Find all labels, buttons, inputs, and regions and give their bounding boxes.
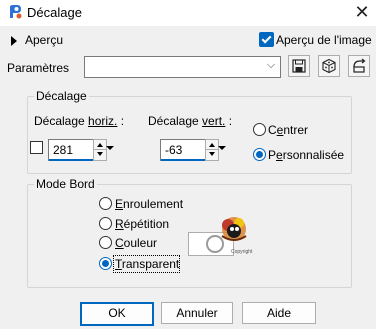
horizontal-offset-value: 281	[53, 143, 74, 157]
horizontal-offset-dropdown-icon[interactable]	[105, 143, 115, 153]
vertical-offset-label: Décalage vert. :	[148, 114, 232, 128]
chevron-down-icon[interactable]: ⌵	[265, 58, 277, 72]
wrap-label-text: nroulement	[123, 197, 184, 211]
field-focus-underline	[49, 159, 93, 161]
custom-radio[interactable]	[253, 148, 266, 161]
vertical-offset-dropdown-icon[interactable]	[217, 143, 227, 153]
center-label-prefix: C	[268, 123, 277, 137]
preview-on-image-checkbox[interactable]	[259, 32, 274, 47]
watermark-caption: Copyright	[231, 249, 253, 255]
presets-dropdown[interactable]	[84, 56, 281, 78]
vertical-offset-value: -63	[165, 143, 183, 157]
cancel-button[interactable]: Annuler	[161, 302, 233, 324]
transparent-label-text: ransparent	[121, 257, 180, 271]
color-label[interactable]: Couleur	[115, 236, 157, 250]
color-label-key: C	[115, 236, 124, 250]
horizontal-offset-field[interactable]: 281	[48, 139, 94, 161]
randomize-button[interactable]	[318, 55, 340, 77]
color-radio[interactable]	[99, 236, 112, 249]
vertical-offset-label-prefix: Décalage	[148, 114, 203, 128]
lock-offsets-checkbox[interactable]	[30, 141, 43, 154]
presets-label: Paramètres	[7, 61, 70, 75]
center-radio[interactable]	[253, 123, 266, 136]
ok-button[interactable]: OK	[80, 302, 154, 326]
transparent-label[interactable]: Transparent	[115, 257, 179, 271]
reset-button[interactable]	[348, 55, 370, 77]
help-button[interactable]: Aide	[242, 302, 316, 324]
vertical-offset-label-suffix: :	[225, 114, 233, 128]
vertical-offset-label-key: vert.	[202, 114, 226, 128]
repeat-label[interactable]: Répétition	[115, 217, 169, 231]
repeat-label-key: R	[115, 217, 124, 231]
field-focus-underline	[161, 159, 205, 161]
custom-label-suffix: rsonnalisée	[282, 148, 345, 162]
expand-preview-icon[interactable]	[11, 36, 17, 46]
wrap-label-key: E	[115, 197, 124, 211]
close-button[interactable]: ✕	[352, 2, 372, 22]
wrap-radio[interactable]	[99, 197, 112, 210]
horizontal-offset-label-suffix: :	[117, 114, 125, 128]
save-preset-button[interactable]	[288, 55, 310, 77]
window-title: Décalage	[27, 5, 82, 20]
center-label-suffix: ntrer	[283, 123, 309, 137]
wrap-label[interactable]: Enroulement	[115, 197, 183, 211]
color-label-text: ouleur	[123, 236, 158, 250]
watermark-tube-image	[221, 217, 247, 241]
edge-mode-group-label: Mode Bord	[34, 177, 97, 191]
custom-label-key: e	[276, 148, 283, 162]
transparent-label-key: T	[115, 257, 122, 271]
paint-shop-pro-icon	[10, 5, 22, 19]
vertical-offset-field[interactable]: -63	[160, 139, 206, 161]
transparent-radio[interactable]	[99, 257, 112, 270]
center-label[interactable]: Centrer	[268, 123, 308, 137]
horizontal-offset-label-prefix: Décalage	[34, 114, 89, 128]
repeat-radio[interactable]	[99, 217, 112, 230]
preview-on-image-label[interactable]: Aperçu de l'image	[276, 33, 372, 47]
randomize-icon	[322, 58, 336, 74]
save-preset-icon	[292, 59, 306, 73]
custom-label-prefix: P	[268, 148, 277, 162]
horizontal-offset-label: Décalage horiz. :	[34, 114, 124, 128]
horizontal-offset-label-key: horiz.	[88, 114, 118, 128]
offset-group-label: Décalage	[34, 89, 89, 103]
reset-icon	[353, 58, 366, 73]
custom-label[interactable]: Personnalisée	[268, 148, 344, 162]
repeat-label-text: épétition	[123, 217, 170, 231]
preview-toggle-label[interactable]: Aperçu	[25, 33, 63, 47]
